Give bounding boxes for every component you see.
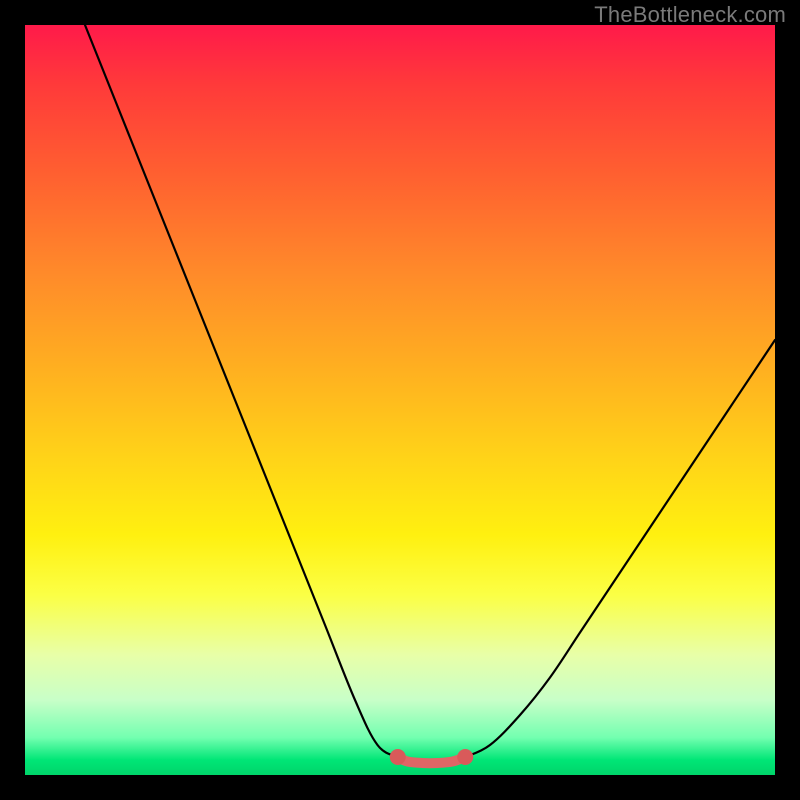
- chart-svg: [25, 25, 775, 775]
- plot-area: [25, 25, 775, 775]
- chart-frame: TheBottleneck.com: [0, 0, 800, 800]
- right-curve-line: [465, 340, 775, 757]
- left-curve-line: [85, 25, 398, 757]
- valley-highlight: [398, 757, 466, 763]
- valley-dot-left: [390, 749, 406, 765]
- valley-dot-right: [457, 749, 473, 765]
